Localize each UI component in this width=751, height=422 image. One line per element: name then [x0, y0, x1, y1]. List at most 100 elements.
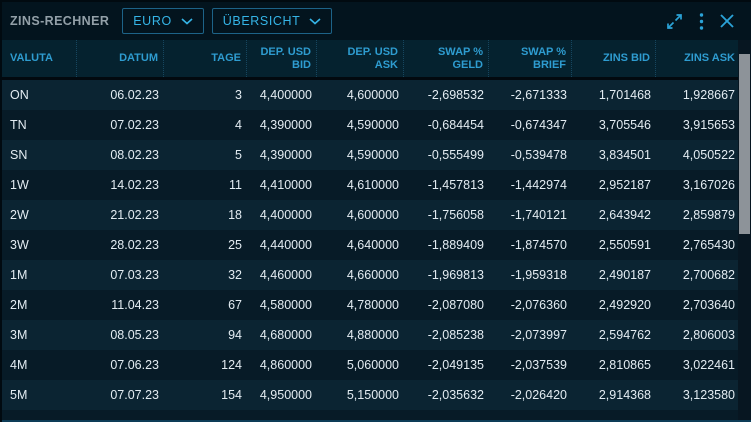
table-cell: 2,952187 [572, 170, 656, 200]
table-row[interactable]: SN08.02.2354,3900004,590000-0,555499-0,5… [2, 140, 740, 170]
table-cell: 3 [164, 80, 247, 110]
table-cell: 2,550591 [572, 230, 656, 260]
table-cell: 3,167026 [656, 170, 740, 200]
table-row[interactable]: 4M07.06.231244,8600005,060000-2,049135-2… [2, 350, 740, 380]
table-cell: 4,590000 [317, 140, 404, 170]
kebab-menu-icon[interactable] [699, 12, 704, 31]
table-cell: 2,492920 [572, 290, 656, 320]
table-cell: 2,914368 [572, 380, 656, 410]
table-cell: -2,037539 [489, 350, 572, 380]
table-cell: 07.07.23 [77, 380, 164, 410]
table-row[interactable]: 1W14.02.23114,4100004,610000-1,457813-1,… [2, 170, 740, 200]
table-cell: 07.06.23 [77, 350, 164, 380]
table-cell: 4,580000 [247, 290, 317, 320]
chevron-down-icon [181, 18, 193, 25]
table-cell: 1W [2, 170, 77, 200]
expand-icon[interactable] [665, 12, 684, 31]
currency-dropdown-value: EURO [133, 14, 172, 28]
table-cell: 4,780000 [317, 290, 404, 320]
table-cell: -2,035632 [404, 380, 489, 410]
table-cell: -2,076360 [489, 290, 572, 320]
table-cell: TN [2, 110, 77, 140]
table-cell: -2,073997 [489, 320, 572, 350]
table-row[interactable]: 1M07.03.23324,4600004,660000-1,969813-1,… [2, 260, 740, 290]
table-cell: 11.04.23 [77, 290, 164, 320]
table-cell: 4,590000 [317, 110, 404, 140]
table-cell: 21.02.23 [77, 200, 164, 230]
table-cell: 3,123580 [656, 380, 740, 410]
table-cell: 154 [164, 380, 247, 410]
table-cell: 07.03.23 [77, 260, 164, 290]
table-cell: 2,490187 [572, 260, 656, 290]
close-icon[interactable] [719, 13, 735, 29]
table-cell: -2,026420 [489, 380, 572, 410]
table-cell: 3,022461 [656, 350, 740, 380]
column-header-valuta[interactable]: VALUTA [2, 40, 77, 77]
titlebar: ZINS-RECHNER EURO ÜBERSICHT [2, 2, 751, 40]
currency-dropdown[interactable]: EURO [122, 8, 204, 34]
table-cell: 08.02.23 [77, 140, 164, 170]
table-cell: -0,539478 [489, 140, 572, 170]
table-cell: 4,680000 [247, 320, 317, 350]
table-cell: 5,060000 [317, 350, 404, 380]
table-cell: -1,874570 [489, 230, 572, 260]
table-row[interactable]: ON06.02.2334,4000004,600000-2,698532-2,6… [2, 80, 740, 110]
column-header-dep-usd-ask[interactable]: DEP. USD ASK [317, 40, 404, 77]
table-cell: 4,950000 [247, 380, 317, 410]
view-dropdown[interactable]: ÜBERSICHT [212, 8, 333, 34]
column-header-dep-usd-bid[interactable]: DEP. USD BID [247, 40, 317, 77]
table-cell: 4,390000 [247, 140, 317, 170]
column-header-zins-ask[interactable]: ZINS ASK [656, 40, 740, 77]
table-cell: -1,889409 [404, 230, 489, 260]
table-cell: 3,834501 [572, 140, 656, 170]
table-cell: 1,701468 [572, 80, 656, 110]
table-cell: 5M [2, 380, 77, 410]
column-header-tage[interactable]: TAGE [164, 40, 247, 77]
table-cell: -2,671333 [489, 80, 572, 110]
table-cell: 2M [2, 290, 77, 320]
table-cell: 3,915653 [656, 110, 740, 140]
table-cell: 18 [164, 200, 247, 230]
table-cell: 2,765430 [656, 230, 740, 260]
window-controls [665, 12, 735, 31]
table-cell: 4,600000 [317, 200, 404, 230]
table-cell: 4,390000 [247, 110, 317, 140]
table-cell: 11 [164, 170, 247, 200]
table-cell: -1,457813 [404, 170, 489, 200]
table-cell: 4,460000 [247, 260, 317, 290]
table-cell: 4,600000 [317, 80, 404, 110]
table-row[interactable]: TN07.02.2344,3900004,590000-0,684454-0,6… [2, 110, 740, 140]
table-cell: -2,698532 [404, 80, 489, 110]
table-cell: 32 [164, 260, 247, 290]
table-cell: -0,674347 [489, 110, 572, 140]
table-row[interactable]: 3W28.02.23254,4400004,640000-1,889409-1,… [2, 230, 740, 260]
table-header-row: VALUTADATUMTAGEDEP. USD BIDDEP. USD ASKS… [2, 40, 740, 80]
table-cell: 1M [2, 260, 77, 290]
table-cell: -1,442974 [489, 170, 572, 200]
table-cell: 5 [164, 140, 247, 170]
table-body: ON06.02.2334,4000004,600000-2,698532-2,6… [2, 80, 740, 422]
table-cell: -2,049135 [404, 350, 489, 380]
column-header-datum[interactable]: DATUM [77, 40, 164, 77]
table-row[interactable]: 3M08.05.23944,6800004,880000-2,085238-2,… [2, 320, 740, 350]
vertical-scrollbar-track[interactable] [738, 40, 751, 422]
table-row[interactable]: 2M11.04.23674,5800004,780000-2,087080-2,… [2, 290, 740, 320]
table-cell: 4,640000 [317, 230, 404, 260]
table-cell: 4M [2, 350, 77, 380]
table-cell: -1,740121 [489, 200, 572, 230]
table-row[interactable]: 2W21.02.23184,4000004,600000-1,756058-1,… [2, 200, 740, 230]
table-cell: 4,410000 [247, 170, 317, 200]
table-cell: 4,880000 [317, 320, 404, 350]
column-header-swap-brief[interactable]: SWAP % BRIEF [489, 40, 572, 77]
table-cell: -1,969813 [404, 260, 489, 290]
table-cell: 2,806003 [656, 320, 740, 350]
table-cell: 1,928667 [656, 80, 740, 110]
table-cell: -0,684454 [404, 110, 489, 140]
table-cell: 4,400000 [247, 200, 317, 230]
vertical-scrollbar-thumb[interactable] [739, 54, 750, 234]
table-row[interactable]: 5M07.07.231544,9500005,150000-2,035632-2… [2, 380, 740, 410]
column-header-swap-geld[interactable]: SWAP % GELD [404, 40, 489, 77]
column-header-zins-bid[interactable]: ZINS BID [572, 40, 656, 77]
table-cell: 4,440000 [247, 230, 317, 260]
table-cell: 4,660000 [317, 260, 404, 290]
